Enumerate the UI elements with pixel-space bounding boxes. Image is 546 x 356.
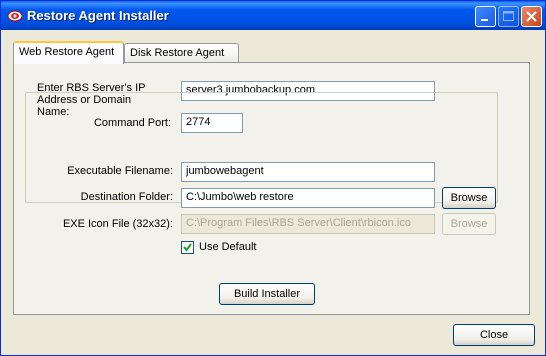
build-installer-button[interactable]: Build Installer [219, 283, 315, 305]
destination-folder-label: Destination Folder: [80, 191, 173, 203]
exe-icon-file-label: EXE Icon File (32x32): [62, 218, 173, 230]
window-title: Restore Agent Installer [27, 8, 169, 23]
minimize-button[interactable] [475, 6, 496, 27]
installer-options-group [25, 92, 498, 203]
tab-label: Disk Restore Agent [130, 47, 225, 59]
executable-filename-input[interactable]: jumbowebagent [181, 162, 435, 182]
exe-icon-file-input[interactable]: C:\Program Files\RBS Server\Client\rbico… [181, 214, 435, 234]
destination-browse-button[interactable]: Browse [442, 187, 496, 209]
title-bar[interactable]: Restore Agent Installer [1, 1, 545, 30]
checkmark-icon [183, 243, 192, 252]
app-icon [7, 8, 23, 24]
close-window-button[interactable] [521, 6, 542, 27]
tab-web-restore-agent[interactable]: Web Restore Agent [13, 41, 124, 64]
executable-filename-label: Executable Filename: [67, 165, 173, 177]
use-default-label: Use Default [199, 241, 257, 253]
destination-folder-input[interactable]: C:\Jumbo\web restore [181, 188, 435, 208]
tab-disk-restore-agent[interactable]: Disk Restore Agent [124, 43, 239, 63]
maximize-button[interactable] [498, 6, 519, 27]
restore-agent-installer-window: Restore Agent Installer Web Restore Agen… [0, 0, 546, 356]
tab-label: Web Restore Agent [19, 46, 115, 58]
close-button[interactable]: Close [453, 324, 535, 346]
use-default-checkbox[interactable] [181, 241, 194, 254]
icon-browse-button[interactable]: Browse [442, 213, 496, 235]
